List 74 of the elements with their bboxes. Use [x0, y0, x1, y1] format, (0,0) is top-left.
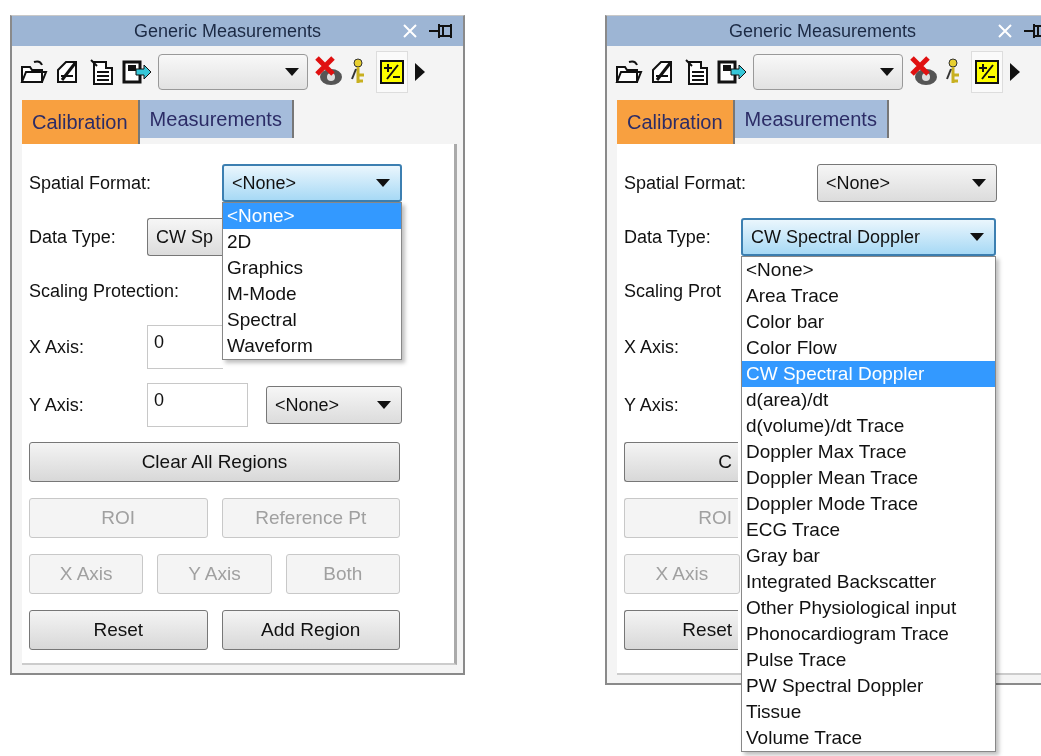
dropdown-option[interactable]: 2D: [223, 229, 401, 255]
export-icon[interactable]: [122, 59, 152, 85]
field-label: Y Axis:: [29, 394, 84, 415]
dropdown-option[interactable]: Doppler Max Trace: [742, 439, 995, 465]
panel-tab[interactable]: Calibration: [617, 100, 735, 144]
open-folder-icon[interactable]: [615, 59, 643, 85]
action-button[interactable]: Clear All Regions: [29, 442, 400, 482]
action-button[interactable]: Reset: [29, 610, 208, 650]
dropdown-option[interactable]: Other Physiological input: [742, 595, 995, 621]
panel-tab[interactable]: Calibration: [22, 100, 140, 144]
caret-icon: [376, 179, 390, 187]
eye-delete-icon[interactable]: [314, 56, 344, 88]
dropdown-select[interactable]: <None>: [817, 164, 997, 202]
plus-minus-icon: [380, 60, 404, 84]
dropdown-option[interactable]: d(volume)/dt Trace: [742, 413, 995, 439]
text-input[interactable]: 0: [147, 325, 223, 369]
caret-icon: [970, 233, 984, 241]
pin-icon[interactable]: [429, 22, 455, 40]
dropdown-option[interactable]: PW Spectral Doppler: [742, 673, 995, 699]
toolbar-combo[interactable]: [158, 54, 308, 90]
text-input[interactable]: 0: [147, 383, 248, 427]
panel-title: Generic Measurements: [133, 20, 322, 42]
dropdown-select[interactable]: <None>: [266, 386, 402, 424]
dropdown-option[interactable]: ECG Trace: [742, 517, 995, 543]
field-label: Spatial Format:: [624, 172, 747, 193]
caret-icon: [285, 68, 299, 76]
dropdown-option[interactable]: M-Mode: [223, 281, 401, 307]
dropdown-option[interactable]: d(area)/dt: [742, 387, 995, 413]
dropdown-option[interactable]: Spectral: [223, 307, 401, 333]
dropdown-option[interactable]: <None>: [742, 257, 995, 283]
open-folder-icon[interactable]: [20, 59, 48, 85]
dropdown-select[interactable]: CW Sp: [147, 218, 223, 256]
field-label: X Axis:: [624, 336, 680, 357]
eye-delete-icon[interactable]: [909, 56, 939, 88]
dropdown-option[interactable]: Doppler Mode Trace: [742, 491, 995, 517]
dropdown-option[interactable]: Pulse Trace: [742, 647, 995, 673]
action-button[interactable]: Add Region: [221, 610, 400, 650]
caret-icon: [880, 68, 894, 76]
action-button[interactable]: C: [624, 442, 738, 482]
field-label: X Axis:: [29, 336, 85, 357]
panel-tab[interactable]: Measurements: [734, 100, 889, 138]
dropdown-option[interactable]: Integrated Backscatter: [742, 569, 995, 595]
dropdown-option[interactable]: Area Trace: [742, 283, 995, 309]
dropdown-option[interactable]: Volume Trace: [742, 725, 995, 751]
action-button[interactable]: Reset: [624, 610, 738, 650]
field-label: Data Type:: [29, 226, 116, 247]
dropdown-option[interactable]: Color bar: [742, 309, 995, 335]
panel-tab[interactable]: Measurements: [139, 100, 294, 138]
export-icon[interactable]: [717, 59, 747, 85]
plus-minus-icon: [975, 60, 999, 84]
field-label: Y Axis:: [624, 394, 679, 415]
panel-title: Generic Measurements: [728, 20, 917, 42]
dropdown-option[interactable]: Graphics: [223, 255, 401, 281]
caret-icon: [377, 401, 391, 409]
caret-icon: [972, 179, 986, 187]
dropdown-select[interactable]: CW Spectral Doppler: [741, 218, 996, 256]
overflow-arrow-icon[interactable]: [414, 62, 426, 82]
dropdown-option[interactable]: Phonocardiogram Trace: [742, 621, 995, 647]
dropdown-option[interactable]: Gray bar: [742, 543, 995, 569]
field-label: Data Type:: [624, 226, 711, 247]
toggle-button[interactable]: [971, 51, 1003, 93]
dropdown-option[interactable]: Waveform: [223, 333, 401, 359]
toggle-button[interactable]: [376, 51, 408, 93]
dropdown-option[interactable]: Tissue: [742, 699, 995, 725]
dropdown-select[interactable]: <None>: [222, 164, 402, 202]
dropdown-option[interactable]: Doppler Mean Trace: [742, 465, 995, 491]
overflow-arrow-icon[interactable]: [1009, 62, 1021, 82]
document-copy-icon[interactable]: [88, 58, 116, 86]
field-label: Scaling Protection:: [29, 280, 180, 301]
dropdown-option[interactable]: Color Flow: [742, 335, 995, 361]
toolbar-combo[interactable]: [753, 54, 903, 90]
field-label: Scaling Prot: [624, 280, 722, 301]
field-label: Spatial Format:: [29, 172, 152, 193]
document-copy-icon[interactable]: [683, 58, 711, 86]
